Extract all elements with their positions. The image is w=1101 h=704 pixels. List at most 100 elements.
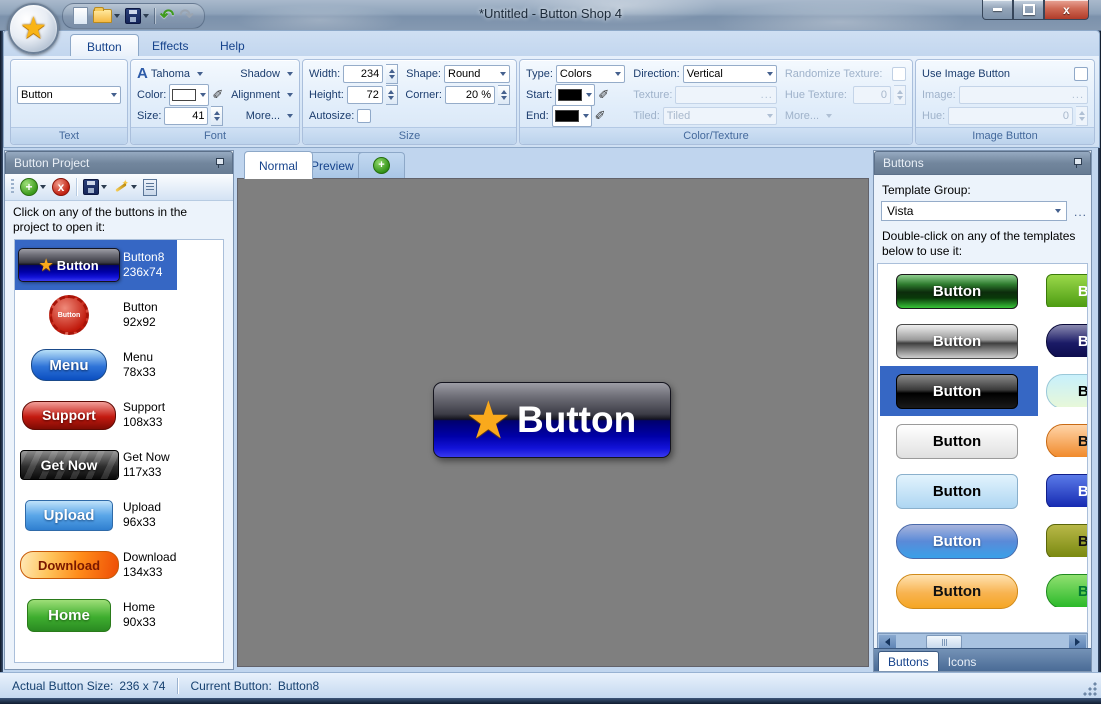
- save-project-button[interactable]: [83, 179, 107, 195]
- tab-effects[interactable]: Effects: [136, 34, 204, 57]
- font-color-dropdown[interactable]: [169, 84, 209, 106]
- template-button-clipped[interactable]: Button: [1046, 324, 1087, 357]
- chevron-down-icon: [586, 93, 592, 97]
- delete-button-button[interactable]: x: [52, 178, 70, 196]
- font-color-label: Color:: [137, 89, 166, 101]
- button-text-dropdown[interactable]: Button: [17, 86, 121, 104]
- shadow-dropdown[interactable]: Shadow: [240, 68, 280, 80]
- list-item[interactable]: MenuMenu78x33: [15, 340, 223, 390]
- resize-grip[interactable]: [1083, 682, 1097, 696]
- list-item[interactable]: DownloadDownload134x33: [15, 540, 223, 590]
- list-item[interactable]: ButtonButton92x92: [15, 290, 223, 340]
- chevron-down-icon: [287, 93, 293, 97]
- template-button[interactable]: Button: [896, 374, 1018, 409]
- application-menu-orb[interactable]: ★: [8, 3, 59, 54]
- tools-button[interactable]: ✦: [113, 179, 137, 195]
- chevron-down-icon: [287, 114, 293, 118]
- width-input[interactable]: 234: [343, 65, 383, 83]
- chevron-down-icon: [200, 93, 206, 97]
- template-button-clipped[interactable]: Button: [1046, 374, 1087, 407]
- buttons-panel: Buttons Template Group: Vista ... Double…: [873, 150, 1092, 672]
- eyedropper-icon[interactable]: ✐: [595, 110, 606, 122]
- item-size: 96x33: [123, 515, 161, 530]
- shape-dropdown[interactable]: Round: [444, 65, 510, 83]
- ribbon-group-size: Width: 234 Shape: Round Height: 72 Corne…: [302, 59, 517, 145]
- item-name: Button8: [123, 250, 164, 265]
- title-bar[interactable]: ↶ ↷ *Untitled - Button Shop 4 x: [0, 0, 1101, 31]
- alignment-dropdown[interactable]: Alignment: [231, 89, 280, 101]
- minimize-button[interactable]: [982, 0, 1013, 20]
- direction-dropdown[interactable]: Vertical: [683, 65, 777, 83]
- button-project-panel: Button Project + x ✦ Click on any of the…: [4, 150, 234, 670]
- corner-spinner[interactable]: [498, 85, 510, 105]
- list-item[interactable]: HomeHome90x33: [15, 590, 223, 640]
- tab-button[interactable]: Button: [70, 34, 139, 58]
- template-button-clipped[interactable]: Button: [1046, 274, 1087, 307]
- tab-add-view[interactable]: +: [358, 152, 405, 178]
- scrollbar-thumb[interactable]: [926, 635, 962, 649]
- template-group-dropdown[interactable]: Vista: [881, 201, 1067, 221]
- height-spinner[interactable]: [386, 85, 398, 105]
- template-button[interactable]: Button: [896, 324, 1018, 359]
- template-button[interactable]: Button: [896, 524, 1018, 559]
- close-button[interactable]: x: [1044, 0, 1089, 20]
- autosize-checkbox[interactable]: [357, 109, 371, 123]
- font-more-dropdown[interactable]: More...: [246, 110, 280, 122]
- template-button-clipped[interactable]: Button: [1046, 474, 1087, 507]
- pin-icon[interactable]: [1072, 157, 1082, 169]
- item-meta: Get Now117x33: [123, 450, 170, 480]
- type-dropdown[interactable]: Colors: [556, 65, 625, 83]
- report-button[interactable]: [143, 179, 157, 196]
- scroll-right-button[interactable]: [1069, 635, 1086, 649]
- buttons-panel-header: Buttons: [874, 151, 1091, 175]
- template-button-clipped[interactable]: Button: [1046, 424, 1087, 457]
- delete-icon: x: [52, 178, 70, 196]
- tab-normal[interactable]: Normal: [244, 151, 313, 179]
- panel-tab-icons[interactable]: Icons: [939, 652, 986, 671]
- button-thumbnail: Menu: [15, 349, 123, 381]
- hue-texture-label: Hue Texture:: [785, 89, 847, 101]
- randomize-texture-checkbox: [892, 67, 906, 81]
- corner-input[interactable]: 20 %: [445, 86, 495, 104]
- canvas-button-preview[interactable]: ★ Button: [433, 382, 671, 458]
- list-item[interactable]: ★ButtonButton8236x74: [15, 240, 177, 290]
- eyedropper-icon[interactable]: ✐: [212, 89, 223, 101]
- height-input[interactable]: 72: [347, 86, 383, 104]
- use-image-button-checkbox[interactable]: [1074, 67, 1088, 81]
- font-size-spinner[interactable]: [211, 106, 223, 126]
- restore-button[interactable]: [1013, 0, 1044, 20]
- list-item[interactable]: Get NowGet Now117x33: [15, 440, 223, 490]
- ribbon-group-image-button: Use Image Button Image: ... Hue: 0 Image…: [915, 59, 1095, 145]
- template-button[interactable]: Button: [896, 274, 1018, 309]
- scroll-left-button[interactable]: [879, 635, 896, 649]
- template-button-clipped[interactable]: Button: [1046, 524, 1087, 557]
- font-size-input[interactable]: 41: [164, 107, 208, 125]
- add-icon: +: [20, 178, 38, 196]
- template-group-browse-button[interactable]: ...: [1074, 205, 1087, 219]
- list-item[interactable]: UploadUpload96x33: [15, 490, 223, 540]
- end-color-dropdown[interactable]: [552, 105, 592, 127]
- template-button[interactable]: Button: [896, 574, 1018, 609]
- end-color-swatch: [555, 110, 579, 122]
- pin-icon[interactable]: [214, 157, 224, 169]
- image-hue-label: Hue:: [922, 110, 945, 122]
- tab-help[interactable]: Help: [204, 34, 261, 57]
- template-button-clipped[interactable]: Button: [1046, 574, 1087, 607]
- chevron-down-icon: [767, 114, 773, 118]
- thumbnail-label: Download: [38, 558, 100, 573]
- panel-tab-buttons[interactable]: Buttons: [878, 651, 939, 671]
- font-name-dropdown[interactable]: Tahoma: [151, 68, 190, 80]
- texture-label: Texture:: [633, 89, 672, 101]
- start-color-dropdown[interactable]: [555, 84, 595, 106]
- ribbon-group-font: A Tahoma Shadow Color: ✐ Alignment Size:…: [130, 59, 300, 145]
- template-button[interactable]: Button: [896, 424, 1018, 459]
- eyedropper-icon[interactable]: ✐: [598, 89, 609, 101]
- group-label-text: Text: [11, 127, 127, 144]
- width-spinner[interactable]: [386, 64, 398, 84]
- design-canvas[interactable]: ★ Button: [237, 178, 869, 667]
- add-button-button[interactable]: +: [20, 178, 46, 196]
- list-item[interactable]: SupportSupport108x33: [15, 390, 223, 440]
- template-button[interactable]: Button: [896, 474, 1018, 509]
- chevron-down-icon: [131, 185, 137, 189]
- image-input: ...: [959, 86, 1088, 104]
